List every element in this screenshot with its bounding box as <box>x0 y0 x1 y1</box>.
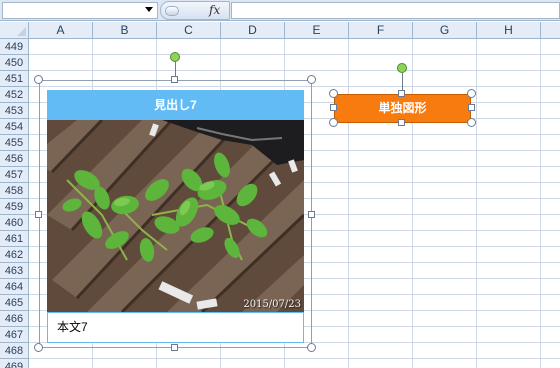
grid-line <box>348 39 349 368</box>
row-header[interactable]: 458 <box>0 183 28 199</box>
shape-handle-left[interactable] <box>330 104 337 111</box>
row-header[interactable]: 450 <box>0 55 28 71</box>
shape-handle-bottom-left[interactable] <box>329 118 338 127</box>
shape-rotate-handle[interactable] <box>397 63 407 73</box>
select-all-button[interactable] <box>0 22 29 39</box>
column-header-a[interactable]: A <box>29 22 93 39</box>
row-header[interactable]: 461 <box>0 231 28 247</box>
resize-handle-top[interactable] <box>171 76 178 83</box>
name-box-dropdown-icon[interactable] <box>145 7 153 12</box>
formula-input[interactable] <box>231 2 560 19</box>
column-header-b[interactable]: B <box>93 22 157 39</box>
shape-handle-bottom-right[interactable] <box>467 118 476 127</box>
resize-handle-top-left[interactable] <box>34 75 43 84</box>
insert-function-icon[interactable]: fx <box>209 3 220 17</box>
shape-handle-right[interactable] <box>468 104 475 111</box>
row-headers: 449 450 451 452 453 454 455 456 457 458 … <box>0 39 29 368</box>
name-box[interactable] <box>2 2 158 19</box>
select-all-triangle-icon <box>17 27 26 36</box>
row-header[interactable]: 449 <box>0 39 28 55</box>
shape-handle-bottom[interactable] <box>398 119 405 126</box>
grid-line <box>412 39 413 368</box>
resize-handle-left[interactable] <box>35 211 42 218</box>
row-header[interactable]: 459 <box>0 199 28 215</box>
shape-handle-top[interactable] <box>398 90 405 97</box>
shape-handle-top-right[interactable] <box>467 89 476 98</box>
column-header-d[interactable]: D <box>221 22 285 39</box>
group-rotate-handle[interactable] <box>170 52 180 62</box>
column-headers: A B C D E F G H <box>29 22 560 39</box>
basil-photo <box>47 120 304 312</box>
shape-handle-top-left[interactable] <box>329 89 338 98</box>
row-header[interactable]: 465 <box>0 295 28 311</box>
row-header[interactable]: 469 <box>0 359 28 368</box>
row-header[interactable]: 464 <box>0 279 28 295</box>
card-shape[interactable]: 見出し7 2015/07/23 本文7 <box>47 90 304 343</box>
row-header[interactable]: 466 <box>0 311 28 327</box>
column-header-f[interactable]: F <box>349 22 413 39</box>
row-header[interactable]: 460 <box>0 215 28 231</box>
row-header[interactable]: 453 <box>0 103 28 119</box>
card-photo: 2015/07/23 <box>47 120 304 312</box>
row-header[interactable]: 462 <box>0 247 28 263</box>
formula-controls: fx <box>160 1 230 20</box>
row-header[interactable]: 468 <box>0 343 28 359</box>
row-header[interactable]: 454 <box>0 119 28 135</box>
row-header[interactable]: 452 <box>0 87 28 103</box>
resize-handle-bottom[interactable] <box>171 344 178 351</box>
row-header[interactable]: 455 <box>0 135 28 151</box>
resize-grip-icon[interactable] <box>165 6 179 16</box>
resize-handle-right[interactable] <box>308 211 315 218</box>
resize-handle-top-right[interactable] <box>307 75 316 84</box>
row-header[interactable]: 456 <box>0 151 28 167</box>
photo-date-stamp: 2015/07/23 <box>243 299 301 310</box>
column-header-c[interactable]: C <box>157 22 221 39</box>
column-header-h[interactable]: H <box>477 22 541 39</box>
row-header[interactable]: 463 <box>0 263 28 279</box>
card-title: 見出し7 <box>47 90 304 120</box>
column-header-e[interactable]: E <box>285 22 349 39</box>
card-body: 本文7 <box>47 312 304 343</box>
formula-bar: fx <box>0 0 560 21</box>
column-header-g[interactable]: G <box>413 22 477 39</box>
row-header[interactable]: 467 <box>0 327 28 343</box>
resize-handle-bottom-right[interactable] <box>307 343 316 352</box>
grid-line <box>476 39 477 368</box>
row-header[interactable]: 451 <box>0 71 28 87</box>
row-header[interactable]: 457 <box>0 167 28 183</box>
resize-handle-bottom-left[interactable] <box>34 343 43 352</box>
grid-line <box>540 39 541 368</box>
